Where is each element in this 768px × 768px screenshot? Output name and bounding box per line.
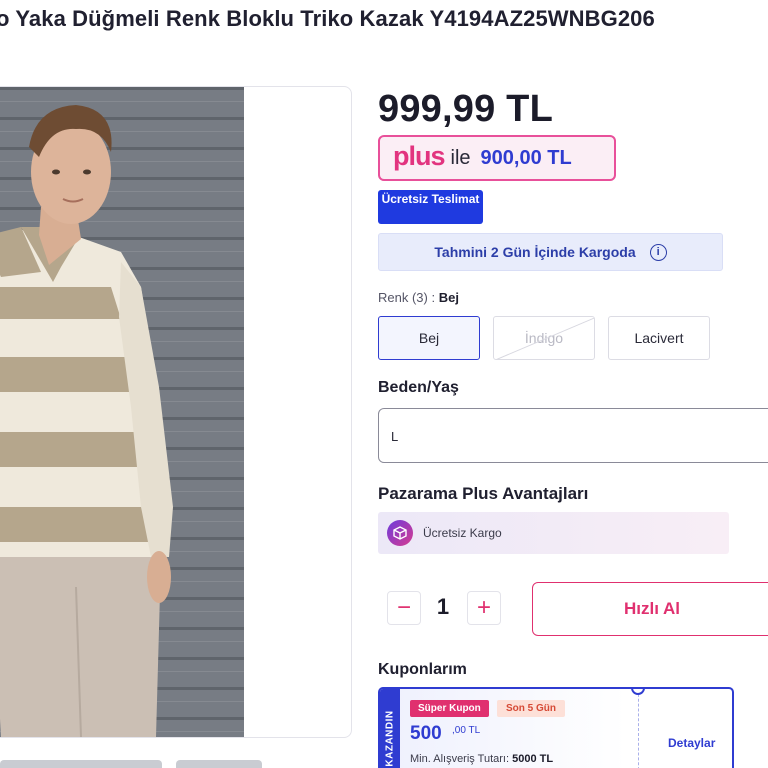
thumbnail[interactable] [0,760,86,768]
shipping-estimate-text: Tahmini 2 Gün İçinde Kargoda [434,244,636,260]
color-option-bej[interactable]: Bej [378,316,480,360]
free-delivery-badge: Ücretsiz Teslimat [378,190,483,224]
color-option-lacivert[interactable]: Lacivert [608,316,710,360]
plus-price-box: plus ile 900,00 TL [378,135,616,181]
color-option-label: İndigo [524,330,564,346]
box-icon [387,520,413,546]
coupon-min-value: 5000 TL [512,753,554,765]
plus-advantage-label: Ücretsiz Kargo [423,526,502,540]
shipping-estimate-bar: Tahmini 2 Gün İçinde Kargoda i [378,233,723,271]
color-option-indigo: İndigo [493,316,595,360]
plus-connector: ile [450,146,471,169]
plus-logo: plus [393,141,446,171]
color-label: Renk (3) : Bej [378,290,459,305]
plus-advantage-item: Ücretsiz Kargo [378,512,729,554]
quantity-decrease-button[interactable]: − [387,591,421,625]
thumbnail[interactable] [76,760,162,768]
coupon-details-link[interactable]: Detaylar [668,736,715,750]
selected-color: Bej [438,290,459,305]
coupons-title: Kuponlarım [378,661,467,678]
super-coupon-tag: Süper Kupon [410,700,489,717]
coupon-side-band: KAZANDIN [380,689,400,768]
size-select-value: L [391,429,399,444]
coupon-notch [631,689,645,695]
thumbnail[interactable] [176,760,262,768]
product-title: o Yaka Düğmeli Renk Bloklu Triko Kazak Y… [0,6,655,31]
size-select[interactable]: L [378,408,768,463]
quick-buy-button[interactable]: Hızlı Al [532,582,768,636]
plus-price: 900,00 TL [480,146,572,169]
quantity-value: 1 [436,594,450,619]
coupon-amount: 500 [410,723,442,744]
plus-advantages-title: Pazarama Plus Avantajları [378,484,589,503]
color-label-text: Renk (3) : [378,290,436,305]
product-photo [0,87,244,737]
coupon-side-label: KAZANDIN [384,710,396,767]
size-label: Beden/Yaş [378,379,459,396]
product-price: 999,99 TL [378,88,554,130]
coupon-min-spend: Min. Alışveriş Tutarı: 5000 TL [410,753,553,765]
color-option-label: Lacivert [634,330,684,346]
product-image-frame[interactable] [0,86,352,738]
coupon-card[interactable]: KAZANDIN Süper Kupon Son 5 Gün 500 ,00 T… [378,687,734,768]
coupon-amount-decimals: ,00 TL [452,725,481,736]
color-option-label: Bej [418,330,440,346]
info-icon[interactable]: i [649,243,667,261]
days-left-tag: Son 5 Gün [497,700,565,717]
coupon-min-label: Min. Alışveriş Tutarı: [410,753,510,765]
coupon-perforation [638,689,639,768]
quantity-increase-button[interactable]: + [467,591,501,625]
